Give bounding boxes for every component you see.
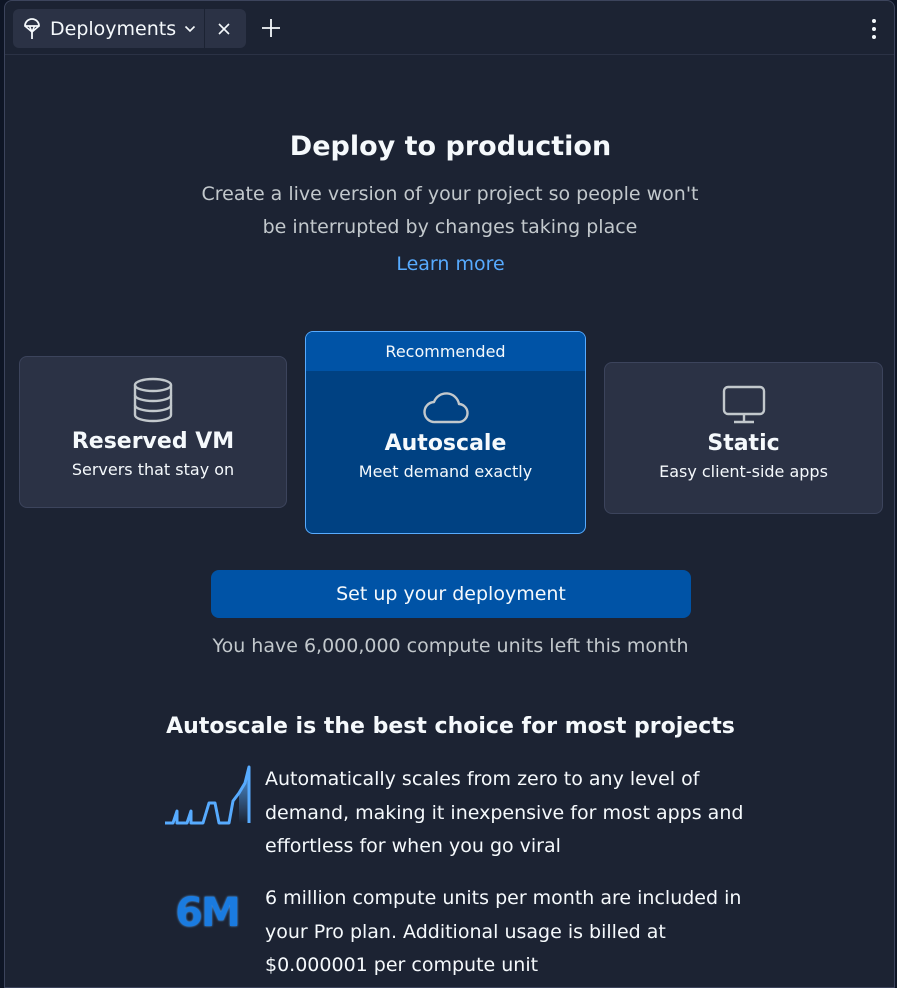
setup-deployment-button[interactable]: Set up your deployment: [211, 570, 691, 618]
chevron-down-icon[interactable]: [184, 25, 196, 33]
static-option[interactable]: Static Easy client-side apps: [604, 362, 883, 514]
close-icon: [218, 22, 230, 35]
page-title: Deploy to production: [289, 131, 612, 162]
recommended-badge: Recommended: [306, 332, 585, 371]
six-million-label: 6M: [175, 890, 241, 936]
static-name: Static: [707, 431, 780, 456]
plus-icon: [261, 18, 281, 38]
add-tab-button[interactable]: [257, 13, 285, 43]
benefit-text: 6 million compute units per month are in…: [265, 887, 742, 976]
page-subtitle: Create a live version of your project so…: [201, 183, 699, 238]
deployments-pane: Deployments Deploy to production Create …: [4, 0, 895, 988]
deployments-icon: [22, 17, 42, 40]
benefit-item: Automatically scales from zero to any le…: [149, 763, 749, 864]
benefit-text: Automatically scales from zero to any le…: [265, 768, 744, 857]
tab-bar: Deployments: [5, 1, 894, 55]
close-tab-button[interactable]: [205, 9, 243, 48]
static-desc: Easy client-side apps: [659, 462, 828, 481]
tab-deployments-main[interactable]: Deployments: [13, 9, 205, 48]
learn-more-link[interactable]: Learn more: [5, 253, 896, 275]
tab-deployments[interactable]: Deployments: [13, 9, 246, 48]
autoscale-option[interactable]: Recommended Autoscale Meet demand exactl…: [305, 331, 586, 534]
reserved-vm-option[interactable]: Reserved VM Servers that stay on: [19, 356, 287, 508]
scaling-graph-icon: [149, 763, 265, 864]
reserved-vm-desc: Servers that stay on: [71, 460, 235, 479]
tab-title: Deployments: [50, 17, 177, 40]
monitor-icon: [605, 385, 882, 425]
compute-units-remaining: You have 6,000,000 compute units left th…: [212, 635, 689, 657]
reserved-vm-name: Reserved VM: [71, 429, 235, 454]
more-options-icon[interactable]: [864, 15, 884, 43]
benefit-item: 6M 6 million compute units per month are…: [149, 882, 749, 983]
autoscale-name: Autoscale: [384, 431, 507, 456]
cloud-icon: [306, 391, 585, 425]
six-million-icon: 6M: [149, 882, 265, 983]
benefits-title: Autoscale is the best choice for most pr…: [166, 714, 735, 739]
database-icon: [20, 377, 286, 423]
autoscale-desc: Meet demand exactly: [358, 462, 533, 481]
